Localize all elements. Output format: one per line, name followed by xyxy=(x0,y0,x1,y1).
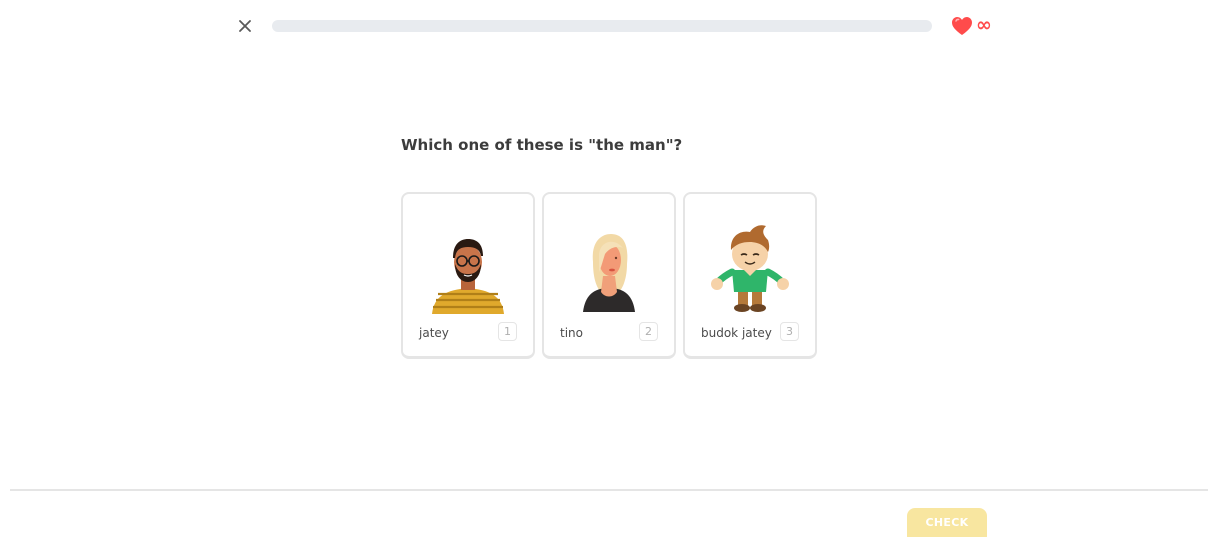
choice-card-2[interactable]: tino 2 xyxy=(542,192,676,359)
choice-label: budok jatey xyxy=(701,326,772,340)
check-button[interactable]: CHECK xyxy=(907,508,987,537)
progress-bar xyxy=(272,20,932,32)
choice-key: 1 xyxy=(498,322,517,341)
heart-icon xyxy=(952,17,972,35)
boy-illustration xyxy=(685,212,815,314)
choice-list: jatey 1 tino 2 budok jatey 3 xyxy=(401,192,817,359)
choice-label: jatey xyxy=(419,326,449,340)
close-icon xyxy=(239,20,251,32)
question-title: Which one of these is "the man"? xyxy=(401,136,683,154)
lesson-screen: ∞ Which one of these is "the man"? jatey… xyxy=(0,0,1208,537)
hearts-count: ∞ xyxy=(976,14,992,36)
choice-card-1[interactable]: jatey 1 xyxy=(401,192,535,359)
choice-label: tino xyxy=(560,326,583,340)
choice-key: 3 xyxy=(780,322,799,341)
man-illustration xyxy=(403,212,533,314)
woman-illustration xyxy=(544,212,674,314)
choice-card-3[interactable]: budok jatey 3 xyxy=(683,192,817,359)
choice-key: 2 xyxy=(639,322,658,341)
footer-divider xyxy=(10,489,1208,491)
close-button[interactable] xyxy=(234,15,256,37)
